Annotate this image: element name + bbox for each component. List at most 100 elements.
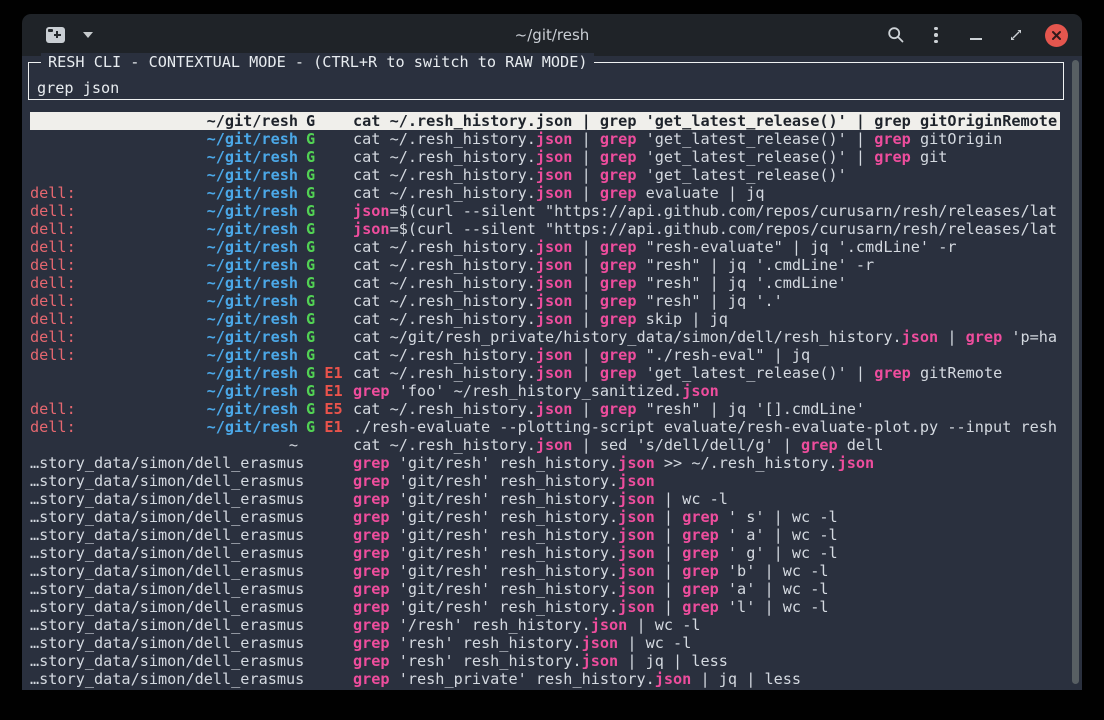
path-label: ~ xyxy=(289,436,298,454)
command-text: json=$(curl --silent "https://api.github… xyxy=(353,220,1060,238)
tab-list-button[interactable] xyxy=(78,20,98,50)
location-column: dell: ~/git/resh xyxy=(30,418,298,436)
command-text: grep 'resh' resh_history.json | wc -l xyxy=(353,634,1060,652)
command-text: grep 'foo' ~/resh_history_sanitized.json xyxy=(353,382,1060,400)
command-text: ./resh-evaluate --plotting-script evalua… xyxy=(353,418,1060,436)
path-label: ~/git/resh xyxy=(207,418,298,436)
command-text: grep 'git/resh' resh_history.json xyxy=(353,472,1060,490)
history-row[interactable]: dell: ~/git/resh G cat ~/.resh_history.j… xyxy=(30,256,1060,274)
history-row[interactable]: …story_data/simon/dell_erasmus grep '/re… xyxy=(30,616,1060,634)
command-text: grep '/resh' resh_history.json | wc -l xyxy=(353,616,1060,634)
flags-column: G xyxy=(306,220,346,238)
menu-button[interactable] xyxy=(921,20,951,50)
search-button[interactable] xyxy=(881,20,911,50)
flag-badge: G xyxy=(306,346,315,364)
history-row[interactable]: dell: ~/git/resh G cat ~/.resh_history.j… xyxy=(30,274,1060,292)
location-column: dell: ~/git/resh xyxy=(30,256,298,274)
terminal-window: ~/git/resh xyxy=(22,14,1082,690)
history-row[interactable]: dell: ~/git/resh G cat ~/.resh_history.j… xyxy=(30,238,1060,256)
history-row[interactable]: ~ cat ~/.resh_history.json | sed 's/dell… xyxy=(30,436,1060,454)
command-text: grep 'git/resh' resh_history.json | grep… xyxy=(353,508,1060,526)
location-column: …story_data/simon/dell_erasmus xyxy=(30,634,298,652)
path-label: ~/git/resh xyxy=(207,202,298,220)
flags-column: G xyxy=(306,238,346,256)
flags-column xyxy=(306,634,346,652)
history-row[interactable]: ~/git/resh G cat ~/.resh_history.json | … xyxy=(30,130,1060,148)
close-button[interactable] xyxy=(1041,20,1071,50)
command-text: grep 'resh' resh_history.json | jq | les… xyxy=(353,652,1060,670)
location-column: dell: ~/git/resh xyxy=(30,220,298,238)
command-text: json=$(curl --silent "https://api.github… xyxy=(353,202,1060,220)
history-row[interactable]: …story_data/simon/dell_erasmus grep 'git… xyxy=(30,598,1060,616)
host-label: dell: xyxy=(30,418,76,436)
host-label: dell: xyxy=(30,310,76,328)
history-row[interactable]: …story_data/simon/dell_erasmus grep 'git… xyxy=(30,490,1060,508)
scrollbar[interactable] xyxy=(1072,60,1079,684)
history-row[interactable]: dell: ~/git/resh G cat ~/.resh_history.j… xyxy=(30,292,1060,310)
flag-badge: G xyxy=(306,400,315,418)
flags-column: G E1 xyxy=(306,382,346,400)
path-label: …story_data/simon/dell_erasmus xyxy=(30,526,304,544)
history-row[interactable]: dell: ~/git/resh G cat ~/.resh_history.j… xyxy=(30,310,1060,328)
history-row[interactable]: dell: ~/git/resh G cat ~/git/resh_privat… xyxy=(30,328,1060,346)
path-label: ~/git/resh xyxy=(207,382,298,400)
chevron-down-icon xyxy=(83,32,93,38)
history-row[interactable]: dell: ~/git/resh G json=$(curl --silent … xyxy=(30,202,1060,220)
history-row[interactable]: …story_data/simon/dell_erasmus grep 'git… xyxy=(30,526,1060,544)
history-row[interactable]: …story_data/simon/dell_erasmus grep 'git… xyxy=(30,454,1060,472)
flags-column xyxy=(306,436,346,454)
path-label: …story_data/simon/dell_erasmus xyxy=(30,472,304,490)
history-row[interactable]: …story_data/simon/dell_erasmus grep 'git… xyxy=(30,472,1060,490)
history-row[interactable]: ~/git/resh G E1 grep 'foo' ~/resh_histor… xyxy=(30,382,1060,400)
history-row[interactable]: dell: ~/git/resh G json=$(curl --silent … xyxy=(30,220,1060,238)
flag-badge: G xyxy=(306,292,315,310)
restore-button[interactable] xyxy=(1001,20,1031,50)
history-row[interactable]: ~/git/resh G E1 cat ~/.resh_history.json… xyxy=(30,364,1060,382)
flag-badge: E1 xyxy=(324,418,342,436)
history-row[interactable]: dell: ~/git/resh G cat ~/.resh_history.j… xyxy=(30,184,1060,202)
flag-badge: E5 xyxy=(324,400,342,418)
location-column: …story_data/simon/dell_erasmus xyxy=(30,526,298,544)
history-row[interactable]: …story_data/simon/dell_erasmus grep 'git… xyxy=(30,508,1060,526)
close-icon xyxy=(1051,30,1062,41)
history-row[interactable]: dell: ~/git/resh G E5 cat ~/.resh_histor… xyxy=(30,400,1060,418)
kebab-menu-icon xyxy=(934,27,938,44)
command-text: grep 'git/resh' resh_history.json | grep… xyxy=(353,562,1060,580)
host-label: dell: xyxy=(30,400,76,418)
flag-badge: E1 xyxy=(324,364,342,382)
titlebar[interactable]: ~/git/resh xyxy=(22,14,1082,56)
history-row[interactable]: ~/git/resh G cat ~/.resh_history.json | … xyxy=(30,148,1060,166)
history-row[interactable]: …story_data/simon/dell_erasmus grep 'res… xyxy=(30,634,1060,652)
history-row[interactable]: …story_data/simon/dell_erasmus grep 'git… xyxy=(30,562,1060,580)
host-label: dell: xyxy=(30,328,76,346)
path-label: ~/git/resh xyxy=(207,346,298,364)
path-label: ~/git/resh xyxy=(207,238,298,256)
flag-badge: G xyxy=(306,148,315,166)
path-label: ~/git/resh xyxy=(207,130,298,148)
history-row[interactable]: …story_data/simon/dell_erasmus grep 'git… xyxy=(30,580,1060,598)
flag-badge: G xyxy=(306,382,315,400)
flags-column: G xyxy=(306,166,346,184)
location-column: ~/git/resh xyxy=(30,112,298,130)
new-tab-button[interactable] xyxy=(40,20,70,50)
history-row[interactable]: …story_data/simon/dell_erasmus grep 'res… xyxy=(30,652,1060,670)
host-label: dell: xyxy=(30,238,76,256)
path-label: ~/git/resh xyxy=(207,148,298,166)
history-row[interactable]: dell: ~/git/resh G E1 ./resh-evaluate --… xyxy=(30,418,1060,436)
history-row[interactable]: ~/git/resh G cat ~/.resh_history.json | … xyxy=(30,166,1060,184)
flags-column: G xyxy=(306,274,346,292)
path-label: ~/git/resh xyxy=(207,112,298,130)
location-column: …story_data/simon/dell_erasmus xyxy=(30,670,298,688)
history-row[interactable]: dell: ~/git/resh G cat ~/.resh_history.j… xyxy=(30,346,1060,364)
command-text: grep 'git/resh' resh_history.json | wc -… xyxy=(353,490,1060,508)
history-row[interactable]: ~/git/resh G cat ~/.resh_history.json | … xyxy=(30,112,1060,130)
minimize-button[interactable] xyxy=(961,20,991,50)
flags-column: G xyxy=(306,130,346,148)
flags-column: G xyxy=(306,346,346,364)
history-row[interactable]: …story_data/simon/dell_erasmus grep 'git… xyxy=(30,544,1060,562)
history-row[interactable]: …story_data/simon/dell_erasmus grep 'res… xyxy=(30,670,1060,688)
command-text: grep 'resh_private' resh_history.json | … xyxy=(353,670,1060,688)
flags-column: G xyxy=(306,292,346,310)
search-query-input[interactable]: grep json xyxy=(37,79,119,97)
flag-badge: G xyxy=(306,112,315,130)
